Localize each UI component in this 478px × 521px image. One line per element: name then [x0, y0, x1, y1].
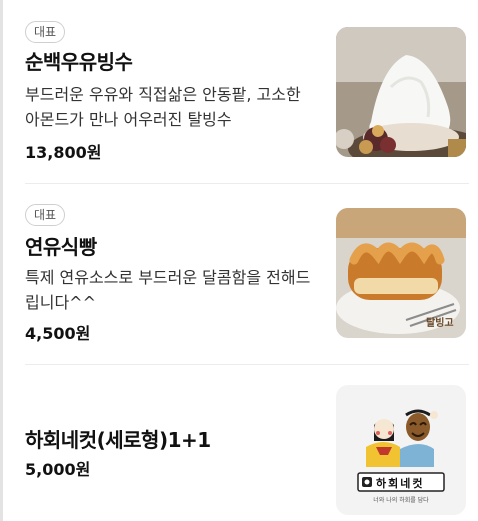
menu-item-name: 연유식빵	[25, 235, 97, 259]
menu-item-hahoe-four-cut[interactable]: 하회네컷(세로형)1+1 5,000원 하회네컷 너와 나의 하회를 담다	[3, 365, 478, 521]
hahoe-photo-booth-logo: 하회네컷 너와 나의 하회를 담다	[336, 385, 466, 515]
menu-item-name: 하회네컷(세로형)1+1	[25, 428, 211, 452]
menu-item-price: 4,500원	[25, 324, 91, 343]
menu-item-milk-bingsu[interactable]: 대표 순백우유빙수 부드러운 우유와 직접삶은 안동팥, 고소한 아몬드가 만나…	[3, 0, 478, 183]
menu-item-description: 특제 연유소스로 부드러운 달콤함을 전해드립니다^^	[25, 268, 311, 312]
bingsu-photo	[336, 27, 466, 157]
logo-tagline: 너와 나의 하회를 담다	[373, 496, 429, 504]
menu-item-condensed-milk-bread[interactable]: 대표 연유식빵 특제 연유소스로 부드러운 달콤함을 전해드립니다^^ 4,50…	[3, 184, 478, 364]
bread-photo: 탈빙고	[336, 208, 466, 338]
logo-text: 하회네컷	[376, 476, 424, 490]
signature-badge: 대표	[25, 21, 66, 43]
menu-item-description: 부드러운 우유와 직접삶은 안동팥, 고소한 아몬드가 만나 어우러진 탈빙수	[25, 85, 301, 129]
menu-item-name: 순백우유빙수	[25, 50, 133, 74]
bread-photo-watermark: 탈빙고	[426, 316, 454, 329]
menu-item-price: 13,800원	[25, 143, 102, 162]
signature-badge: 대표	[25, 204, 66, 226]
menu-item-price: 5,000원	[25, 460, 91, 479]
